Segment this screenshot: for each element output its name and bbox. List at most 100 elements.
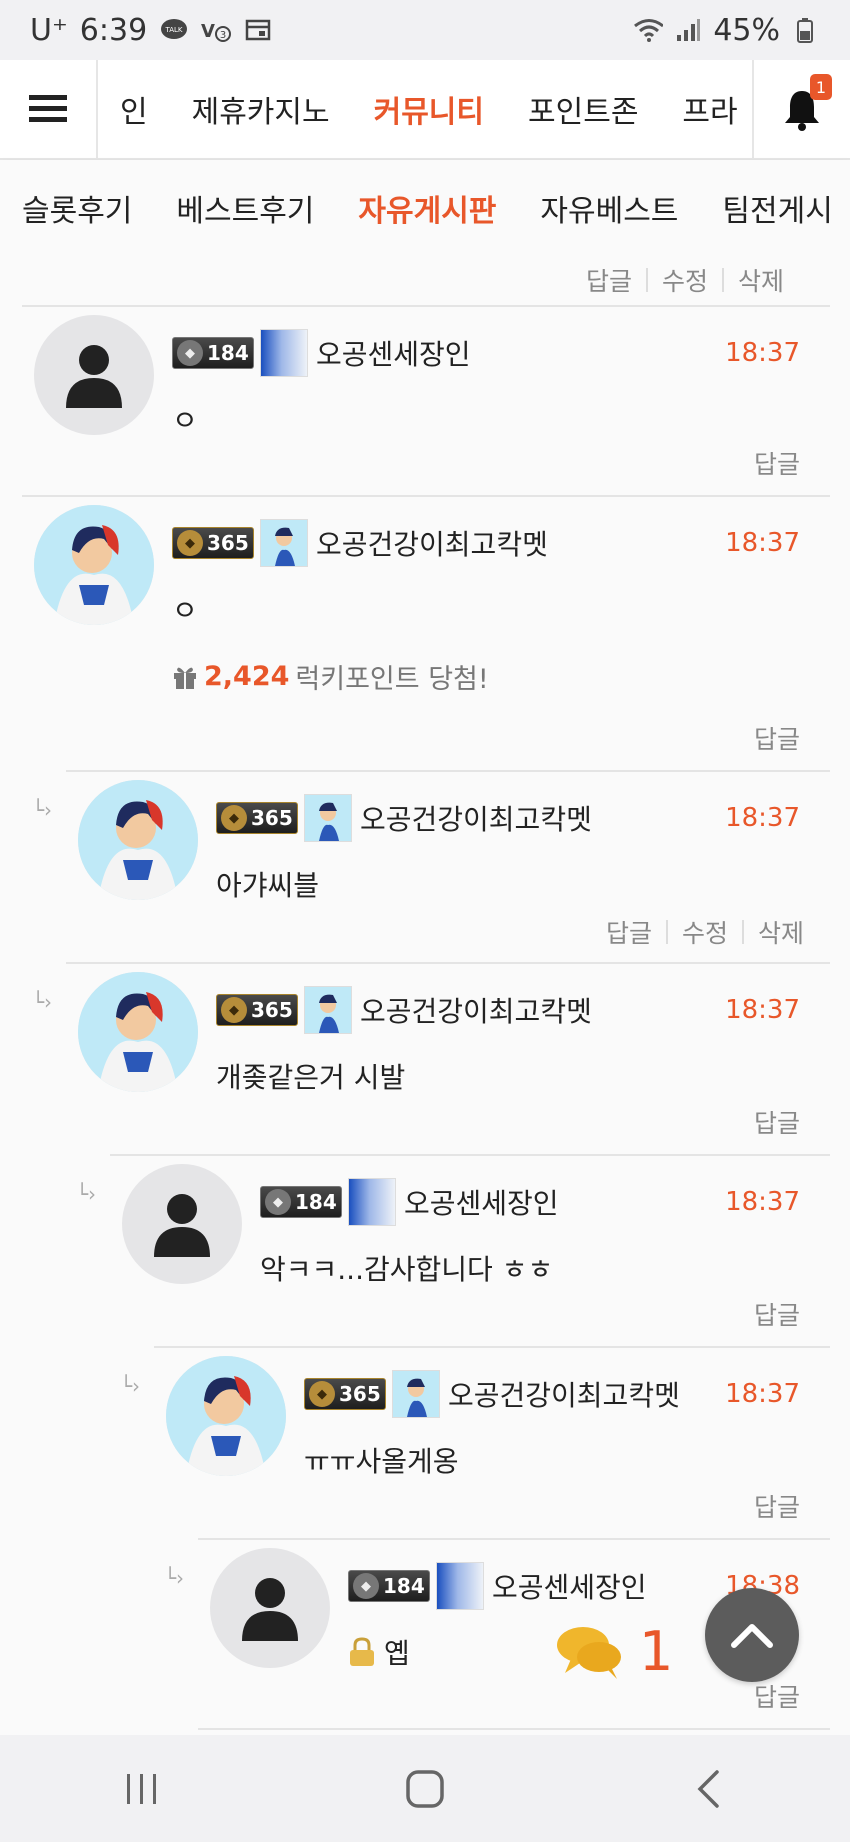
top-nav: 인 제휴카지노 커뮤니티 포인트존 프라 1 [0,60,850,160]
home-button[interactable] [375,1759,475,1819]
status-bar: U⁺ 6:39 TALK V3 45% [0,0,850,60]
edit-button[interactable]: 수정 [648,262,722,298]
subnav-item-free-board[interactable]: 자유게시판 [336,186,518,230]
battery-icon [790,17,820,43]
avatar[interactable] [78,780,198,900]
timestamp: 18:37 [725,1379,800,1409]
level-number: 184 [207,341,249,365]
comment-text: ㅇ [172,404,198,437]
back-button[interactable] [658,1759,758,1819]
reply-button[interactable]: 답글 [754,1104,800,1140]
comment-item: ◆ 184 오공센세장인 18:37 ㅇ 답글 [22,305,830,495]
comment-header: ◆ 184 오공센세장인 18:37 [172,329,800,377]
nav-item-community[interactable]: 커뮤니티 [352,87,506,131]
level-badge: ◆ 365 [216,994,298,1026]
nav-item-casino[interactable]: 제휴카지노 [170,87,352,131]
comment-item: ◆ 365 오공건강이최고칵멧 18:37 ㅇ 2,424 럭키포인트 당첨! 답… [22,495,830,770]
recent-apps-button[interactable] [92,1759,192,1819]
edit-button[interactable]: 수정 [668,914,742,950]
user-icon-image [304,986,352,1034]
comment-text: 옙 [384,1637,410,1670]
avatar[interactable] [122,1164,242,1284]
level-badge: ◆ 184 [260,1186,342,1218]
comment-item: ◆ 184 오공센세장인 18:37 악ㅋㅋ...감사합니다 ㅎㅎ 답글 [110,1154,830,1346]
subnav-item-team-board[interactable]: 팀전게시 [700,186,850,230]
top-nav-items: 인 제휴카지노 커뮤니티 포인트존 프라 [98,60,752,158]
reply-button[interactable]: 답글 [754,1678,800,1714]
reply-arrow-icon: └› [32,798,53,822]
default-user-icon [154,1194,210,1257]
avatar[interactable] [34,315,154,435]
level-badge: ◆ 365 [304,1378,386,1410]
signal-icon [673,17,703,43]
speech-bubbles-icon [557,1626,621,1679]
subnav-item-best-review[interactable]: 베스트후기 [154,186,336,230]
nav-item-partial-right[interactable]: 프라 [660,87,752,131]
lock-icon [350,1637,374,1666]
svg-text:TALK: TALK [165,26,183,34]
user-icon-image [392,1370,440,1418]
character-avatar-icon [166,1356,286,1476]
reply-button[interactable]: 답글 [572,262,646,298]
comment-count-floating[interactable]: 1 [555,1620,673,1683]
nickname[interactable]: 오공건강이최고칵멧 [448,1374,680,1414]
comment-text: 악ㅋㅋ...감사합니다 ㅎㅎ [260,1253,554,1286]
nav-item-pointzone[interactable]: 포인트존 [506,87,660,131]
chevron-up-icon [731,1624,773,1648]
delete-button[interactable]: 삭제 [744,914,818,950]
level-emblem-icon: ◆ [265,1189,291,1215]
avatar[interactable] [210,1548,330,1668]
system-nav-bar [0,1735,850,1842]
reply-button[interactable]: 답글 [754,1488,800,1524]
comment-actions: 답글 수정 삭제 [592,914,818,950]
timestamp: 18:37 [725,803,800,833]
character-avatar-icon [78,780,198,900]
lucky-point-amount: 2,424 [204,661,290,692]
user-icon-image [348,1178,396,1226]
nav-item-partial-left[interactable]: 인 [98,87,170,131]
avatar[interactable] [34,505,154,625]
talk-icon: TALK [159,17,189,43]
comment-text: 아갸씨블 [216,869,320,902]
menu-button[interactable] [0,60,98,158]
nickname[interactable]: 오공센세장인 [316,333,471,373]
character-avatar-icon [78,972,198,1092]
comment-count: 1 [639,1620,674,1683]
reply-button[interactable]: 답글 [754,1296,800,1332]
subnav-item-slot-review[interactable]: 슬롯후기 [0,186,154,230]
nickname[interactable]: 오공센세장인 [492,1566,647,1606]
nickname[interactable]: 오공센세장인 [404,1182,559,1222]
level-emblem-icon: ◆ [309,1381,335,1407]
reply-button[interactable]: 답글 [754,720,800,756]
avatar[interactable] [166,1356,286,1476]
nickname[interactable]: 오공건강이최고칵멧 [360,798,592,838]
reply-arrow-icon: └› [120,1374,141,1398]
notification-button[interactable]: 1 [752,60,850,158]
nickname[interactable]: 오공건강이최고칵멧 [360,990,592,1030]
reply-button[interactable]: 답글 [754,445,800,481]
reply-button[interactable]: 답글 [592,914,666,950]
comment-item: ◆ 365 오공건강이최고칵멧 18:37 개좆같은거 시발 답글 [66,962,830,1154]
subnav-item-free-best[interactable]: 자유베스트 [518,186,700,230]
level-emblem-icon: ◆ [221,805,247,831]
scroll-top-button[interactable] [705,1588,799,1682]
carrier-label: U⁺ [30,12,68,48]
nickname[interactable]: 오공건강이최고칵멧 [316,523,548,563]
reply-arrow-icon: └› [164,1566,185,1590]
previous-comment-actions: 답글 수정 삭제 [572,255,798,305]
recent-apps-icon [126,1773,156,1804]
level-emblem-icon: ◆ [177,340,203,366]
lucky-point-text: 럭키포인트 당첨! [295,664,489,695]
user-icon-image [260,329,308,377]
lucky-point-notice: 2,424 럭키포인트 당첨! [172,657,489,696]
avatar[interactable] [78,972,198,1092]
default-user-icon [66,345,122,408]
wifi-icon [633,17,664,43]
comment-list: 답글 수정 삭제 ◆ 184 오공센세장인 18:37 ㅇ 답글 ◆ 365 오공건… [0,255,850,1735]
level-badge: ◆ 365 [172,527,254,559]
back-icon [697,1769,720,1808]
notification-badge: 1 [810,74,832,100]
comment-text: ㅠㅠ사올게옹 [304,1445,459,1478]
svg-text:V: V [201,21,215,42]
delete-button[interactable]: 삭제 [724,262,798,298]
